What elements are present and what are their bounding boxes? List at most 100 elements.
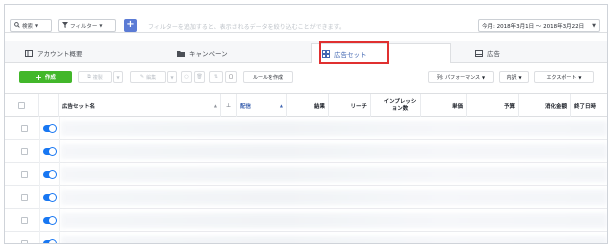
select-all-checkbox[interactable] bbox=[18, 102, 25, 109]
column-header-delivery[interactable]: 配信 ▲ bbox=[237, 94, 287, 117]
date-range-label: 今月: 2018年3月1日 ～ 2018年3月22日 bbox=[482, 23, 585, 30]
column-label: 単価 bbox=[451, 103, 463, 110]
compare-button[interactable]: ⇅ bbox=[209, 71, 223, 83]
column-label: 終了日時 bbox=[574, 103, 597, 110]
create-label: 作成 bbox=[44, 75, 56, 81]
columns-dropdown[interactable]: 列: パフォーマンス ▼ bbox=[428, 71, 494, 83]
column-divider bbox=[59, 117, 60, 243]
table-row[interactable] bbox=[5, 209, 607, 232]
action-bar: + 作成 ⧉ 複製 ▼ ✎ 編集 ▼ ○ 🗑 ⇅ ▢ ルールを作成 列: パフォ… bbox=[5, 67, 607, 85]
column-label: 配信 bbox=[240, 103, 252, 110]
column-header-amount-spent[interactable]: 消化金額 bbox=[519, 94, 571, 117]
level-tabs: アカウント概要 キャンペーン 広告セット 広告 bbox=[5, 41, 607, 63]
column-header-name[interactable]: 広告セット名 ▲ bbox=[59, 94, 221, 117]
duplicate-button[interactable]: ⧉ 複製 bbox=[78, 71, 112, 83]
row-checkbox[interactable] bbox=[21, 171, 28, 178]
filter-button[interactable]: フィルター ▼ bbox=[58, 19, 116, 32]
chevron-down-icon: ▼ bbox=[518, 74, 522, 80]
export-dropdown[interactable]: エクスポート ▼ bbox=[534, 71, 594, 83]
column-header-impressions[interactable]: インプレッション数 bbox=[371, 94, 421, 117]
column-header-results[interactable]: 結果 bbox=[287, 94, 329, 117]
filter-hint-text: フィルターを追加すると、表示されるデータを絞り込むことができます。 bbox=[148, 24, 346, 31]
ad-icon bbox=[475, 49, 483, 57]
breakdown-label: 内訳 bbox=[506, 74, 517, 81]
search-label: 検索 bbox=[22, 23, 34, 30]
column-header-reach[interactable]: リーチ bbox=[329, 94, 371, 117]
column-label: 結果 bbox=[313, 103, 325, 110]
columns-label: 列: パフォーマンス bbox=[436, 74, 481, 81]
duplicate-icon: ⧉ bbox=[87, 74, 91, 80]
tab-account-overview[interactable]: アカウント概要 bbox=[15, 43, 165, 63]
row-checkbox[interactable] bbox=[21, 194, 28, 201]
create-rule-label: ルールを作成 bbox=[252, 74, 283, 81]
column-label: 予算 bbox=[503, 103, 515, 110]
table-row[interactable] bbox=[5, 163, 607, 186]
delivery-toggle[interactable] bbox=[43, 240, 56, 243]
table-body bbox=[5, 117, 607, 243]
tab-label: アカウント概要 bbox=[37, 50, 83, 58]
table-row[interactable] bbox=[5, 232, 607, 243]
tab-label: キャンペーン bbox=[189, 50, 228, 58]
folder-icon bbox=[177, 50, 185, 57]
column-divider bbox=[39, 117, 40, 243]
comment-button[interactable]: ▢ bbox=[225, 71, 237, 83]
tab-ads[interactable]: 広告 bbox=[465, 43, 605, 63]
filter-label: フィルター bbox=[70, 23, 98, 30]
plus-icon: + bbox=[35, 72, 42, 82]
duplicate-label: 複製 bbox=[92, 74, 103, 81]
trash-icon: 🗑 bbox=[196, 74, 203, 80]
blurred-row-content bbox=[61, 167, 607, 182]
create-button[interactable]: + 作成 bbox=[19, 71, 72, 83]
comment-icon: ▢ bbox=[228, 74, 234, 80]
export-label: エクスポート bbox=[546, 74, 577, 81]
duplicate-dropdown[interactable]: ▼ bbox=[113, 71, 123, 83]
edit-dropdown[interactable]: ▼ bbox=[167, 71, 177, 83]
date-range-picker[interactable]: 今月: 2018年3月1日 ～ 2018年3月22日 ▼ bbox=[478, 19, 600, 32]
blurred-row-content bbox=[61, 144, 607, 159]
circle-icon: ○ bbox=[184, 74, 189, 80]
delivery-toggle[interactable] bbox=[43, 217, 56, 224]
create-rule-button[interactable]: ルールを作成 bbox=[243, 71, 293, 83]
search-button[interactable]: 検索 ▼ bbox=[10, 19, 52, 32]
ab-test-button[interactable]: ○ bbox=[181, 71, 192, 83]
tab-ad-sets[interactable]: 広告セット bbox=[311, 43, 451, 63]
column-header-pin[interactable]: ⊥ bbox=[221, 94, 237, 117]
breakdown-dropdown[interactable]: 内訳 ▼ bbox=[499, 71, 529, 83]
pencil-icon: ✎ bbox=[139, 74, 145, 80]
column-header-cost[interactable]: 単価 bbox=[421, 94, 467, 117]
delivery-toggle[interactable] bbox=[43, 125, 56, 132]
blurred-row-content bbox=[61, 236, 607, 243]
edit-label: 編集 bbox=[146, 74, 157, 81]
grid-icon bbox=[322, 50, 330, 58]
row-checkbox[interactable] bbox=[21, 217, 28, 224]
row-checkbox[interactable] bbox=[21, 240, 28, 243]
chevron-down-icon: ▼ bbox=[482, 74, 486, 80]
table-row[interactable] bbox=[5, 140, 607, 163]
compare-icon: ⇅ bbox=[213, 74, 219, 80]
tab-campaigns[interactable]: キャンペーン bbox=[167, 43, 307, 63]
select-all-checkbox-cell bbox=[5, 94, 39, 117]
search-icon bbox=[14, 21, 20, 30]
delivery-toggle[interactable] bbox=[43, 171, 56, 178]
column-header-end-date[interactable]: 終了日時 bbox=[571, 94, 607, 117]
add-filter-button[interactable]: + bbox=[124, 19, 137, 32]
table-row[interactable] bbox=[5, 117, 607, 140]
chevron-down-icon: ▼ bbox=[592, 22, 596, 29]
filter-bar: 検索 ▼ フィルター ▼ + フィルターを追加すると、表示されるデータを絞り込む… bbox=[5, 5, 607, 33]
delivery-toggle[interactable] bbox=[43, 148, 56, 155]
chevron-down-icon: ▼ bbox=[35, 23, 39, 28]
column-header-budget[interactable]: 予算 bbox=[467, 94, 519, 117]
edit-button[interactable]: ✎ 編集 bbox=[130, 71, 166, 83]
pin-icon: ⊥ bbox=[225, 102, 232, 109]
ads-manager-window: 検索 ▼ フィルター ▼ + フィルターを追加すると、表示されるデータを絞り込む… bbox=[4, 4, 608, 244]
column-label: 広告セット名 bbox=[62, 103, 96, 110]
delete-button[interactable]: 🗑 bbox=[194, 71, 205, 83]
tab-label: 広告セット bbox=[334, 50, 367, 59]
column-label: インプレッション数 bbox=[383, 98, 417, 112]
table-row[interactable] bbox=[5, 186, 607, 209]
toggle-header-cell bbox=[39, 94, 59, 117]
row-checkbox[interactable] bbox=[21, 148, 28, 155]
chevron-down-icon: ▼ bbox=[170, 74, 174, 80]
row-checkbox[interactable] bbox=[21, 125, 28, 132]
delivery-toggle[interactable] bbox=[43, 194, 56, 201]
